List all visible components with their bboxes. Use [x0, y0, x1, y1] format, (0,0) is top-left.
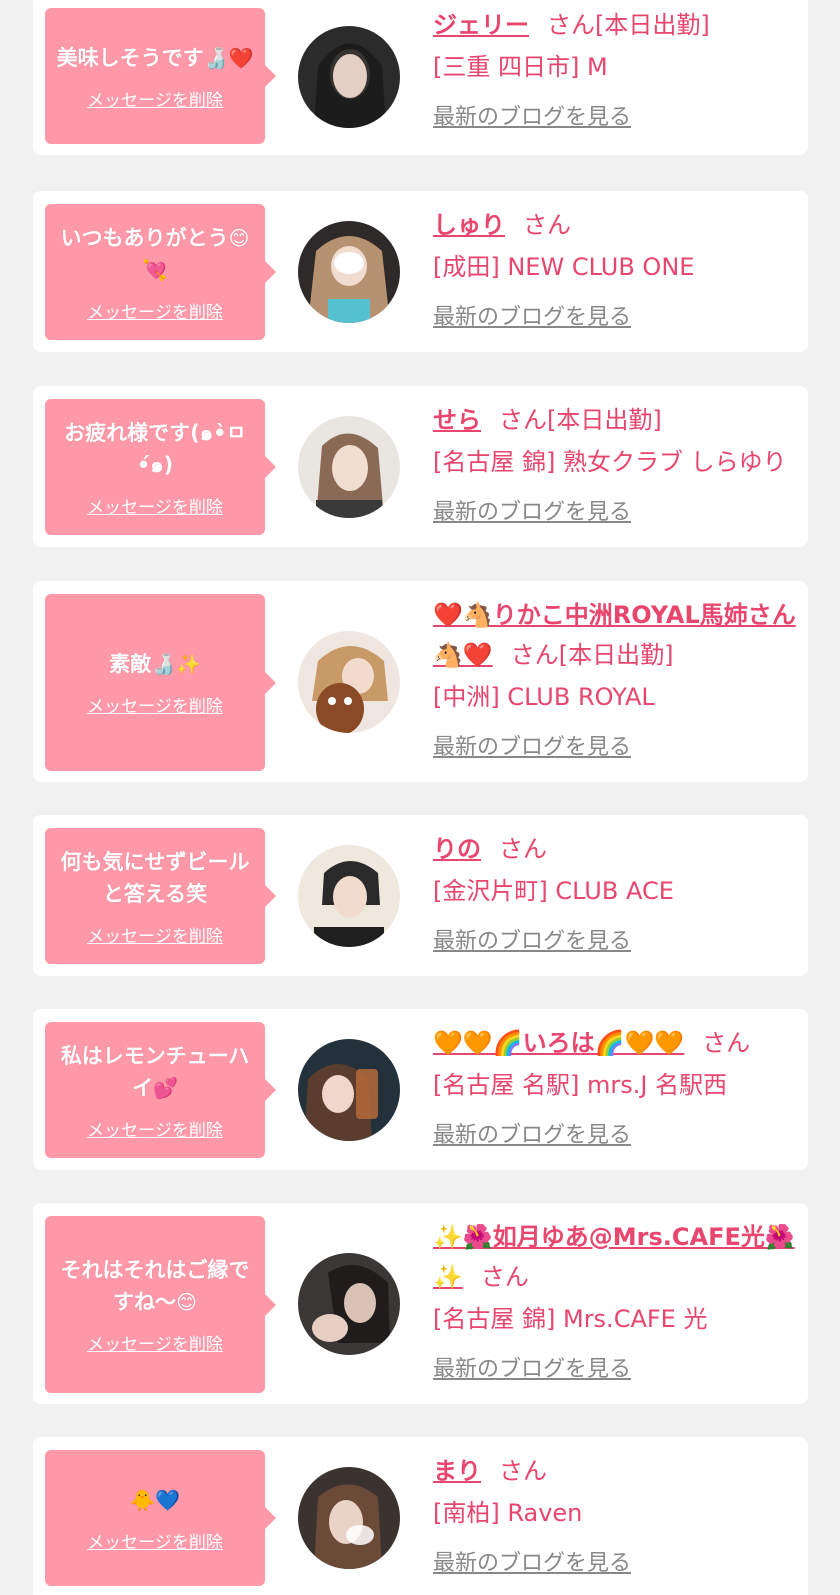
delete-message-link[interactable]: メッセージを削除 [87, 692, 223, 717]
message-body: 何も気にせずビールと答える笑 [60, 849, 250, 906]
favorite-list: 美味しそうです🍶❤️ メッセージを削除 ジェリー さん[本日出勤] [三重 四日市… [0, 0, 840, 1595]
avatar[interactable] [298, 221, 400, 323]
avatar[interactable] [298, 631, 400, 733]
name-line: ✨🌺如月ゆあ@Mrs.CAFE光🌺✨ さん [433, 1217, 798, 1297]
message-text: お疲れ様です(๑•̀ㅁ•́๑) [55, 417, 255, 481]
message-bubble: いつもありがとう😊💘 メッセージを削除 [45, 204, 276, 340]
name-suffix: さん [523, 211, 571, 239]
profile-info: 🧡🧡🌈いろは🌈🧡🧡 さん [名古屋 名駅] mrs.J 名駅西 最新のブログを見る [433, 1023, 798, 1149]
profile-info: せら さん[本日出勤] [名古屋 錦] 熟女クラブ しらゆり 最新のブログを見る [433, 400, 798, 526]
name-line: りの さん [433, 829, 798, 869]
name-line: まり さん [433, 1451, 798, 1491]
profile-name-link[interactable]: まり [433, 1457, 481, 1485]
name-line: ジェリー さん[本日出勤] [433, 5, 798, 45]
shop-label: [名古屋 名駅] mrs.J 名駅西 [433, 1071, 728, 1099]
message-body: いつもありがとう [60, 225, 229, 250]
message-bubble: お疲れ様です(๑•̀ㅁ•́๑) メッセージを削除 [45, 399, 276, 535]
message-bubble: 何も気にせずビールと答える笑 メッセージを削除 [45, 828, 276, 964]
message-bubble: 素敵🍶✨ メッセージを削除 [45, 594, 276, 771]
list-item: 素敵🍶✨ メッセージを削除 ❤️🐴りかこ中洲ROYAL馬姉さん🐴❤️ さん[本日出… [33, 581, 808, 782]
shop-label: [中洲] CLUB ROYAL [433, 683, 655, 711]
delete-message-link[interactable]: メッセージを削除 [87, 1116, 223, 1141]
profile-name-link[interactable]: しゅり [433, 211, 505, 239]
message-text: 素敵🍶✨ [109, 648, 201, 680]
shop-label: [三重 四日市] M [433, 53, 608, 81]
avatar[interactable] [298, 1039, 400, 1141]
profile-info: りの さん [金沢片町] CLUB ACE 最新のブログを見る [433, 829, 798, 955]
profile-info: ジェリー さん[本日出勤] [三重 四日市] M 最新のブログを見る [433, 5, 798, 131]
name-line: 🧡🧡🌈いろは🌈🧡🧡 さん [433, 1023, 798, 1063]
delete-message-link[interactable]: メッセージを削除 [87, 1330, 223, 1355]
latest-blog-link[interactable]: 最新のブログを見る [433, 99, 631, 131]
profile-name-link[interactable]: せら [433, 406, 481, 434]
avatar[interactable] [298, 1253, 400, 1355]
message-text: 美味しそうです🍶❤️ [57, 42, 254, 74]
latest-blog-link[interactable]: 最新のブログを見る [433, 729, 631, 761]
message-body: お疲れ様です(๑•̀ㅁ•́๑) [64, 420, 246, 477]
name-suffix: さん[本日出勤] [510, 641, 674, 669]
list-item: それはそれはご縁ですね〜😊 メッセージを削除 ✨🌺如月ゆあ@Mrs.CAFE光🌺… [33, 1203, 808, 1404]
message-text: 私はレモンチューハイ💕 [55, 1040, 255, 1104]
shop-label: [金沢片町] CLUB ACE [433, 877, 674, 905]
list-item: お疲れ様です(๑•̀ㅁ•́๑) メッセージを削除 せら さん[本日出勤] [名古屋… [33, 386, 808, 547]
latest-blog-link[interactable]: 最新のブログを見る [433, 1351, 631, 1383]
message-body: 美味しそうです [56, 45, 204, 70]
delete-message-link[interactable]: メッセージを削除 [87, 1528, 223, 1553]
latest-blog-link[interactable]: 最新のブログを見る [433, 1117, 631, 1149]
avatar[interactable] [298, 416, 400, 518]
latest-blog-link[interactable]: 最新のブログを見る [433, 494, 631, 526]
message-text: いつもありがとう😊💘 [55, 222, 255, 286]
name-line: ❤️🐴りかこ中洲ROYAL馬姉さん🐴❤️ さん[本日出勤] [433, 595, 798, 675]
profile-name-link[interactable]: ジェリー [433, 11, 529, 39]
message-bubble: 美味しそうです🍶❤️ メッセージを削除 [45, 8, 276, 144]
profile-info: ✨🌺如月ゆあ@Mrs.CAFE光🌺✨ さん [名古屋 錦] Mrs.CAFE 光 … [433, 1217, 798, 1383]
profile-info: ❤️🐴りかこ中洲ROYAL馬姉さん🐴❤️ さん[本日出勤] [中洲] CLUB R… [433, 595, 798, 761]
message-emoji: 🍶✨ [151, 652, 201, 676]
name-suffix: さん[本日出勤] [499, 406, 662, 434]
delete-message-link[interactable]: メッセージを削除 [87, 298, 223, 323]
message-bubble: それはそれはご縁ですね〜😊 メッセージを削除 [45, 1216, 276, 1393]
delete-message-link[interactable]: メッセージを削除 [87, 493, 223, 518]
message-emoji: 😊 [176, 1290, 197, 1314]
profile-info: しゅり さん [成田] NEW CLUB ONE 最新のブログを見る [433, 205, 798, 331]
name-suffix: さん [499, 1457, 547, 1485]
message-emoji: 🐥💙 [130, 1487, 180, 1512]
name-suffix: さん[本日出勤] [547, 11, 710, 39]
message-emoji: 🍶❤️ [203, 45, 254, 70]
message-text: 何も気にせずビールと答える笑 [55, 846, 255, 910]
profile-name-link[interactable]: りの [433, 835, 481, 863]
avatar[interactable] [298, 26, 400, 128]
message-text: それはそれはご縁ですね〜😊 [55, 1254, 255, 1318]
shop-label: [名古屋 錦] 熟女クラブ しらゆり [433, 448, 787, 476]
list-item: 私はレモンチューハイ💕 メッセージを削除 🧡🧡🌈いろは🌈🧡🧡 さん [名古屋 名駅… [33, 1009, 808, 1170]
shop-label: [名古屋 錦] Mrs.CAFE 光 [433, 1305, 708, 1333]
name-suffix: さん [499, 835, 547, 863]
latest-blog-link[interactable]: 最新のブログを見る [433, 299, 631, 331]
message-emoji: 💕 [153, 1075, 178, 1100]
shop-label: [成田] NEW CLUB ONE [433, 253, 695, 281]
message-bubble: 私はレモンチューハイ💕 メッセージを削除 [45, 1022, 276, 1158]
list-item: 何も気にせずビールと答える笑 メッセージを削除 りの さん [金沢片町] CLUB… [33, 815, 808, 976]
message-bubble: 🐥💙 メッセージを削除 [45, 1450, 276, 1586]
list-item: 美味しそうです🍶❤️ メッセージを削除 ジェリー さん[本日出勤] [三重 四日市… [33, 0, 808, 155]
message-body: それはそれはご縁ですね〜 [60, 1258, 250, 1314]
latest-blog-link[interactable]: 最新のブログを見る [433, 923, 631, 955]
profile-info: まり さん [南柏] Raven 最新のブログを見る [433, 1451, 798, 1577]
avatar[interactable] [298, 845, 400, 947]
delete-message-link[interactable]: メッセージを削除 [87, 86, 223, 111]
latest-blog-link[interactable]: 最新のブログを見る [433, 1545, 631, 1577]
name-line: せら さん[本日出勤] [433, 400, 798, 440]
message-body: 素敵 [109, 652, 152, 676]
name-suffix: さん [480, 1263, 529, 1291]
list-item: 🐥💙 メッセージを削除 まり さん [南柏] Raven 最新のブログを見る [33, 1437, 808, 1595]
shop-label: [南柏] Raven [433, 1499, 583, 1527]
list-item: いつもありがとう😊💘 メッセージを削除 しゅり さん [成田] NEW CLUB … [33, 191, 808, 352]
name-line: しゅり さん [433, 205, 798, 245]
profile-name-link[interactable]: 🧡🧡🌈いろは🌈🧡🧡 [433, 1029, 684, 1057]
name-suffix: さん [702, 1029, 751, 1057]
delete-message-link[interactable]: メッセージを削除 [87, 922, 223, 947]
message-text: 🐥💙 [130, 1484, 180, 1516]
avatar[interactable] [298, 1467, 400, 1569]
